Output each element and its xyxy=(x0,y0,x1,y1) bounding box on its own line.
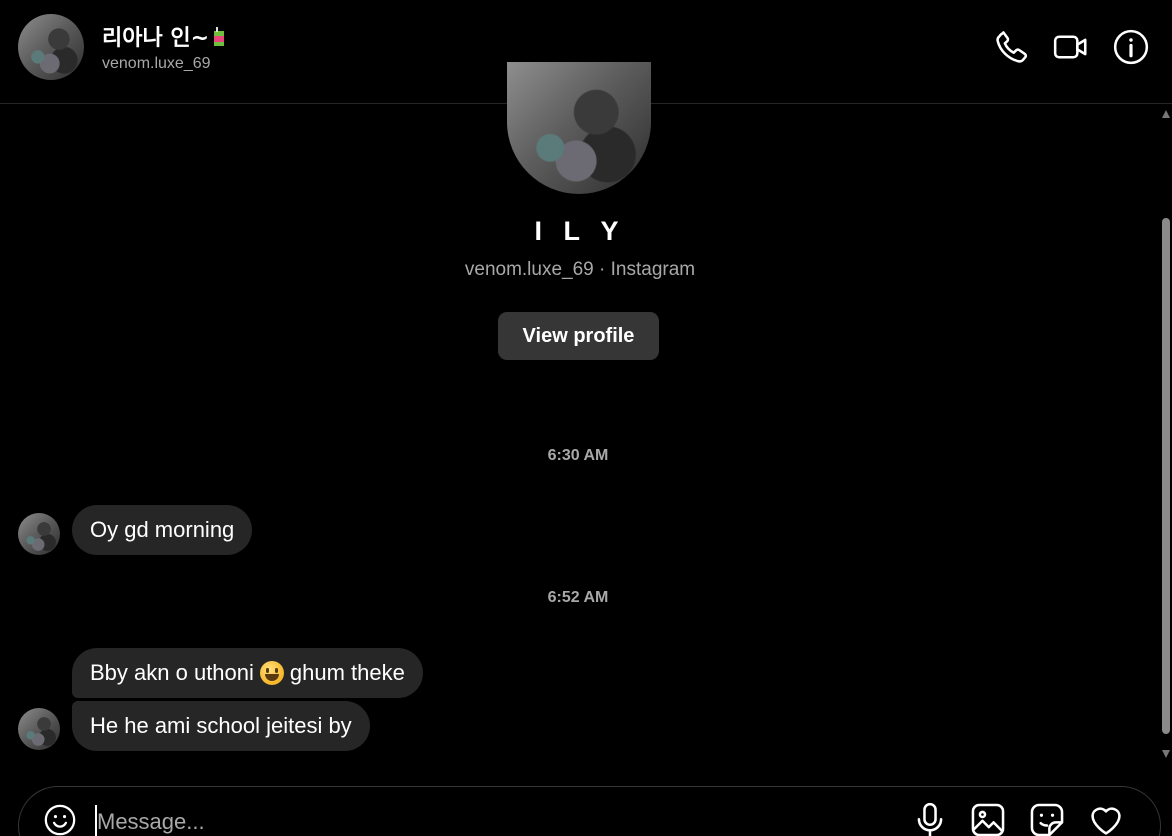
timestamp: 6:30 AM xyxy=(547,447,609,464)
video-camera-icon[interactable] xyxy=(1052,28,1090,66)
message-bubble[interactable]: He he ami school jeitesi by xyxy=(72,701,370,751)
message-input[interactable] xyxy=(95,805,799,836)
chat-window: 리아나 인~ venom.luxe_69 I L Y venom.luxe_69… xyxy=(0,0,1172,836)
scrollbar-thumb[interactable] xyxy=(1162,218,1170,734)
contact-username: venom.luxe_69 xyxy=(102,55,211,72)
header-avatar[interactable] xyxy=(18,14,84,80)
message-text: Oy gd morning xyxy=(90,517,235,542)
message-composer xyxy=(18,786,1161,836)
profile-subtitle: venom.luxe_69 · Instagram xyxy=(464,259,696,280)
profile-display-name: I L Y xyxy=(534,216,626,246)
smiley-icon[interactable] xyxy=(43,803,77,836)
message-text: He he ami school jeitesi by xyxy=(90,713,352,738)
grinning-emoji-icon xyxy=(259,661,284,685)
scroll-up-arrow-icon[interactable] xyxy=(1162,110,1170,118)
view-profile-button[interactable]: View profile xyxy=(498,312,659,360)
scroll-down-arrow-icon[interactable] xyxy=(1162,750,1170,758)
profile-avatar[interactable] xyxy=(507,62,651,194)
timestamp: 6:52 AM xyxy=(547,589,609,606)
sticker-icon[interactable] xyxy=(1028,801,1066,836)
message-bubble[interactable]: Oy gd morning xyxy=(72,505,253,555)
phone-icon[interactable] xyxy=(993,28,1031,66)
message-text: ghum theke xyxy=(289,660,405,685)
microphone-icon[interactable] xyxy=(911,801,949,836)
heart-icon[interactable] xyxy=(1087,801,1125,836)
contact-name[interactable]: 리아나 인~ xyxy=(102,26,209,51)
message-text: Bby akn o uthoni xyxy=(90,660,254,685)
image-icon[interactable] xyxy=(969,801,1007,836)
info-icon[interactable] xyxy=(1112,28,1150,66)
message-bubble[interactable]: Bby akn o uthoni ghum theke xyxy=(72,648,423,698)
message-avatar[interactable] xyxy=(18,708,60,750)
juice-box-icon xyxy=(214,27,225,46)
scrollbar[interactable] xyxy=(1160,104,1172,760)
message-avatar[interactable] xyxy=(18,513,60,555)
header-name-row[interactable]: 리아나 인~ xyxy=(102,20,225,52)
